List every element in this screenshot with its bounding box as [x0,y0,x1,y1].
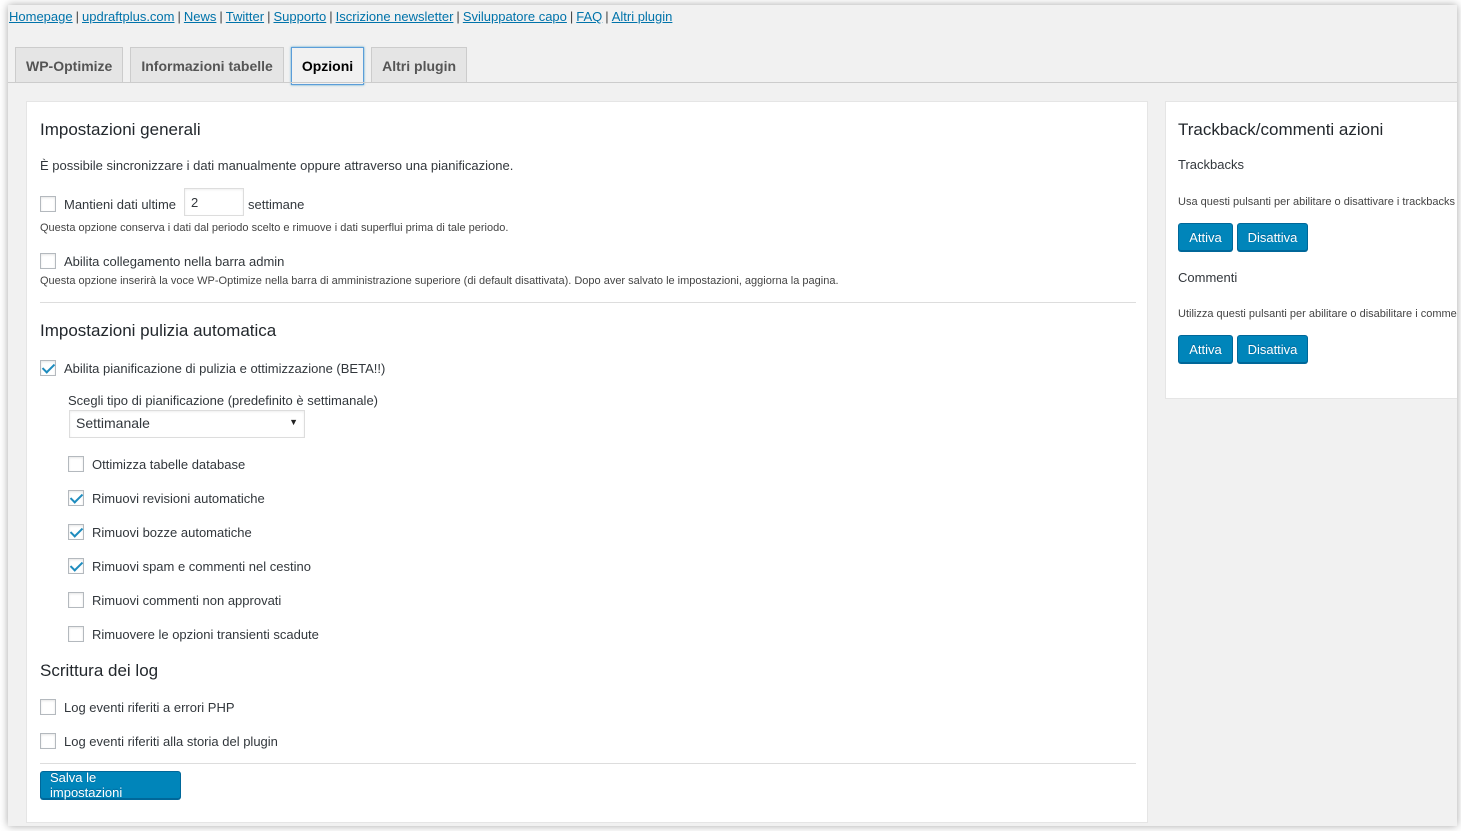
keep-data-description: Questa opzione conserva i dati dal perio… [40,222,509,234]
schedule-type-label: Scegli tipo di pianificazione (predefini… [68,393,379,408]
admin-bar-label: Abilita collegamento nella barra admin [64,254,285,269]
comments-heading: Commenti [1178,270,1238,285]
schedule-type-value: Settimanale [76,415,150,431]
admin-bar-description: Questa opzione inserirà la voce WP-Optim… [40,275,839,287]
keep-weeks-input[interactable] [184,188,244,216]
option-drafts-label: Rimuovi bozze automatiche [92,525,252,540]
general-intro: È possibile sincronizzare i dati manualm… [40,158,514,173]
section-divider [40,302,1136,303]
tab-wp-optimize[interactable]: WP-Optimize [15,47,124,83]
option-optimize-tables-label: Ottimizza tabelle database [92,457,246,472]
link-lead-developer[interactable]: Sviluppatore capo [463,9,567,24]
tab-table-info[interactable]: Informazioni tabelle [130,47,284,83]
trackbacks-enable-button[interactable]: Attiva [1178,223,1233,251]
chevron-down-icon: ▼ [289,417,298,427]
sidebar-title: Trackback/commenti azioni [1178,120,1384,139]
tab-options[interactable]: Opzioni [290,47,365,85]
footer-divider [40,763,1136,764]
option-revisions-checkbox[interactable] [68,490,84,506]
option-transients-label: Rimuovere le opzioni transienti scadute [92,627,319,642]
trackbacks-description: Usa questi pulsanti per abilitare o disa… [1178,196,1457,208]
keep-data-checkbox[interactable] [40,196,56,212]
link-support[interactable]: Supporto [273,9,326,24]
link-updraftplus[interactable]: updraftplus.com [82,9,175,24]
link-newsletter[interactable]: Iscrizione newsletter [336,9,454,24]
link-news[interactable]: News [184,9,217,24]
link-other-plugins[interactable]: Altri plugin [612,9,673,24]
option-drafts-checkbox[interactable] [68,524,84,540]
comments-disable-button[interactable]: Disattiva [1237,335,1308,363]
link-homepage[interactable]: Homepage [9,9,73,24]
option-revisions-label: Rimuovi revisioni automatiche [92,491,265,506]
option-optimize-tables-checkbox[interactable] [68,456,84,472]
trackbacks-heading: Trackbacks [1178,157,1244,172]
general-settings-title: Impostazioni generali [40,120,201,139]
logging-title: Scrittura dei log [40,661,159,680]
enable-schedule-label: Abilita pianificazione di pulizia e otti… [64,361,386,376]
option-unapproved-label: Rimuovi commenti non approvati [92,593,282,608]
keep-weeks-suffix: settimane [248,197,305,212]
settings-panel: Impostazioni generali È possibile sincro… [26,101,1148,823]
log-php-errors-checkbox[interactable] [40,699,56,715]
log-plugin-history-label: Log eventi riferiti alla storia del plug… [64,734,278,749]
trackback-comments-panel: Trackback/commenti azioni Trackbacks Usa… [1165,101,1457,399]
auto-cleanup-title: Impostazioni pulizia automatica [40,321,277,340]
tab-other-plugins[interactable]: Altri plugin [371,47,468,83]
option-transients-checkbox[interactable] [68,626,84,642]
enable-schedule-checkbox[interactable] [40,360,56,376]
link-faq[interactable]: FAQ [576,9,602,24]
log-php-errors-label: Log eventi riferiti a errori PHP [64,700,235,715]
link-twitter[interactable]: Twitter [226,9,264,24]
tab-bar: WP-Optimize Informazioni tabelle Opzioni… [15,47,468,85]
admin-bar-checkbox[interactable] [40,253,56,269]
tab-divider [8,82,1457,83]
keep-data-label: Mantieni dati ultime [64,197,176,212]
option-spam-label: Rimuovi spam e commenti nel cestino [92,559,311,574]
top-links: Homepage | updraftplus.com | News | Twitter | Su… [9,9,673,24]
option-spam-checkbox[interactable] [68,558,84,574]
save-settings-button[interactable]: Salva le impostazioni [40,770,181,800]
app-window: Homepage | updraftplus.com | News | Twitter | Su… [8,5,1457,826]
schedule-type-select[interactable]: Settimanale ▼ [69,410,305,438]
comments-enable-button[interactable]: Attiva [1178,335,1233,363]
trackbacks-disable-button[interactable]: Disattiva [1237,223,1308,251]
option-unapproved-checkbox[interactable] [68,592,84,608]
log-plugin-history-checkbox[interactable] [40,733,56,749]
comments-description: Utilizza questi pulsanti per abilitare o… [1178,308,1457,320]
